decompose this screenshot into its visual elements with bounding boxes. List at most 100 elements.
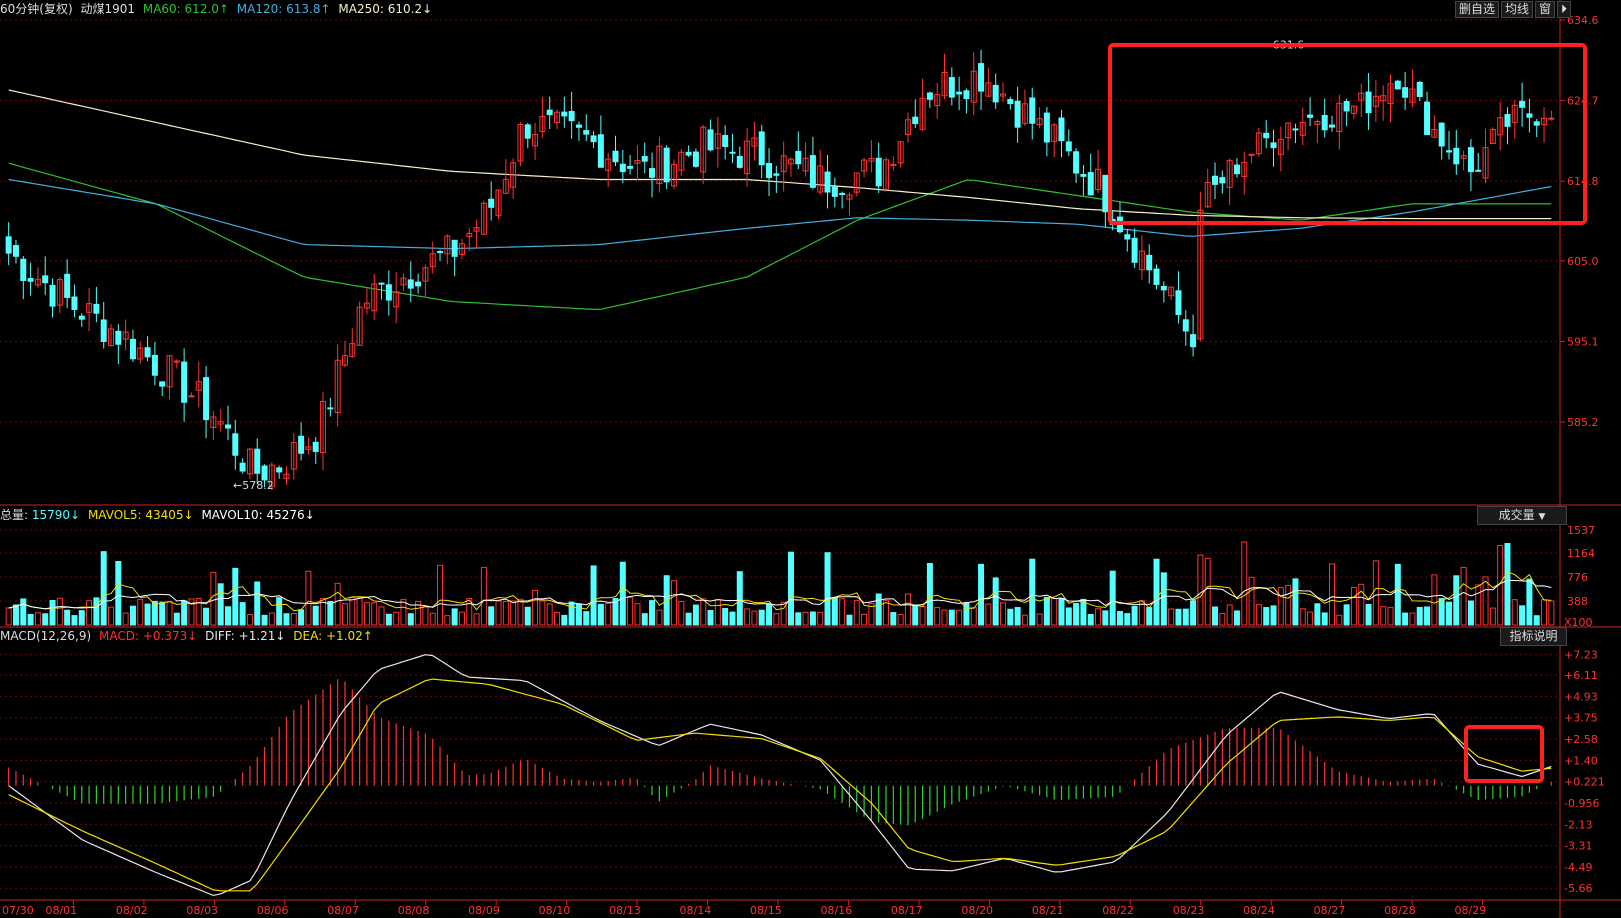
volume-bar xyxy=(1255,604,1262,626)
volume-bar xyxy=(34,612,41,626)
volume-bar xyxy=(948,609,955,626)
remove-watchlist-button[interactable]: 删自选 xyxy=(1454,1,1499,18)
volume-bar xyxy=(1467,600,1474,626)
volume-bar xyxy=(649,600,656,626)
x-tick-label: 07/30 xyxy=(2,904,34,917)
volume-bar xyxy=(1475,584,1482,626)
volume-bar xyxy=(1416,606,1423,626)
candle-body xyxy=(1087,172,1094,196)
ma-settings-button[interactable]: 均线 xyxy=(1500,1,1533,18)
volume-bar xyxy=(217,583,224,626)
candle-body xyxy=(1438,122,1445,147)
volume-bar xyxy=(1292,578,1299,626)
candlestick-series: ←631.6←578.2 xyxy=(5,38,1555,492)
volume-bar xyxy=(729,611,736,626)
candle-body xyxy=(583,130,590,135)
x-tick-label: 08/17 xyxy=(891,904,923,917)
volume-bar xyxy=(1102,610,1109,626)
candle-body xyxy=(159,381,166,387)
candle-body xyxy=(20,258,27,281)
candle-body xyxy=(963,90,970,100)
x-tick-label: 08/16 xyxy=(820,904,852,917)
candle-body xyxy=(1212,175,1219,185)
candle-body xyxy=(773,173,780,176)
candle-body xyxy=(188,395,195,398)
candle-body xyxy=(1475,169,1482,172)
volume-bar xyxy=(1007,608,1014,626)
candle-body xyxy=(1445,150,1452,153)
volume-bar xyxy=(685,612,692,626)
candle-body xyxy=(437,251,444,254)
highlight-box-macd xyxy=(1464,725,1544,783)
candle-body xyxy=(1270,142,1277,149)
candle-body xyxy=(948,77,955,98)
volume-bar xyxy=(1124,613,1131,626)
volume-bar xyxy=(1445,601,1452,626)
macd-value: +0.373↓ xyxy=(142,629,198,643)
volume-bar xyxy=(1307,611,1314,626)
volume-bar xyxy=(1541,599,1548,626)
indicator-dropdown[interactable]: 成交量 ▼ xyxy=(1477,506,1567,525)
candle-body xyxy=(415,281,422,287)
volume-total-value: 15790↓ xyxy=(31,508,81,522)
volume-bar xyxy=(517,598,524,626)
volume-bar xyxy=(970,607,977,626)
candle-body xyxy=(1248,153,1255,156)
volume-bar xyxy=(254,581,261,626)
volume-bar xyxy=(1387,606,1394,626)
price-tick-label: 634.6 xyxy=(1567,14,1599,27)
window-button[interactable]: 窗 xyxy=(1534,1,1555,18)
candle-body xyxy=(619,163,626,173)
volume-bar xyxy=(334,582,341,626)
x-tick-label: 08/08 xyxy=(398,904,430,917)
volume-bar xyxy=(56,597,63,626)
volume-bar xyxy=(1504,543,1511,626)
x-tick-label: 08/06 xyxy=(257,904,289,917)
candle-body xyxy=(649,168,656,178)
candle-body xyxy=(1533,121,1540,126)
candle-body xyxy=(1065,141,1072,152)
symbol-label: 动煤1901 xyxy=(80,2,136,16)
volume-bar xyxy=(1175,608,1182,626)
candle-body xyxy=(1058,117,1065,142)
volume-bar xyxy=(773,613,780,626)
volume-tick-label: 1164 xyxy=(1567,547,1595,560)
macd-tick-label: -4.49 xyxy=(1564,861,1592,874)
volume-bar xyxy=(634,603,641,626)
volume-bar xyxy=(93,597,100,626)
ma60-value: 612.0↑ xyxy=(184,2,229,16)
volume-bar xyxy=(926,563,933,626)
candle-body xyxy=(1263,132,1270,139)
volume-bar xyxy=(766,603,773,626)
volume-bar xyxy=(1350,587,1357,626)
ma250-value: 610.2↓ xyxy=(387,2,433,16)
futures-chart[interactable]: ←631.6←578.2 634.6 624.7 614.8 605.0 595.1 58… xyxy=(0,0,1621,918)
ma60-label: MA60: xyxy=(142,2,181,16)
volume-bar xyxy=(1336,614,1343,626)
candle-body xyxy=(261,465,268,481)
exit-icon[interactable]: ⏵ xyxy=(1556,1,1571,18)
volume-bar xyxy=(627,597,634,626)
macd-tick-label: +1.40 xyxy=(1564,754,1598,767)
volume-bar xyxy=(122,612,129,626)
macd-title: MACD(12,26,9) xyxy=(0,629,92,643)
volume-bar xyxy=(1080,598,1087,626)
indicator-help-button[interactable]: 指标说明 xyxy=(1500,627,1567,646)
volume-bar xyxy=(115,561,122,626)
volume-bar xyxy=(532,589,539,626)
volume-bar xyxy=(999,602,1006,626)
volume-bar xyxy=(1065,607,1072,626)
volume-bar xyxy=(407,613,414,626)
macd-tick-label: +0.221 xyxy=(1564,776,1605,789)
candle-body xyxy=(978,63,985,92)
volume-bar xyxy=(839,598,846,626)
volume-bar xyxy=(480,566,487,626)
dea-line xyxy=(8,678,1552,892)
chevron-down-icon: ▼ xyxy=(1538,512,1546,522)
candle-body xyxy=(590,135,597,143)
volume-bar xyxy=(458,611,465,626)
volume-bar xyxy=(692,604,699,626)
x-tick-label: 08/14 xyxy=(680,904,712,917)
volume-bar xyxy=(890,612,897,626)
x-tick-label: 08/29 xyxy=(1455,904,1487,917)
